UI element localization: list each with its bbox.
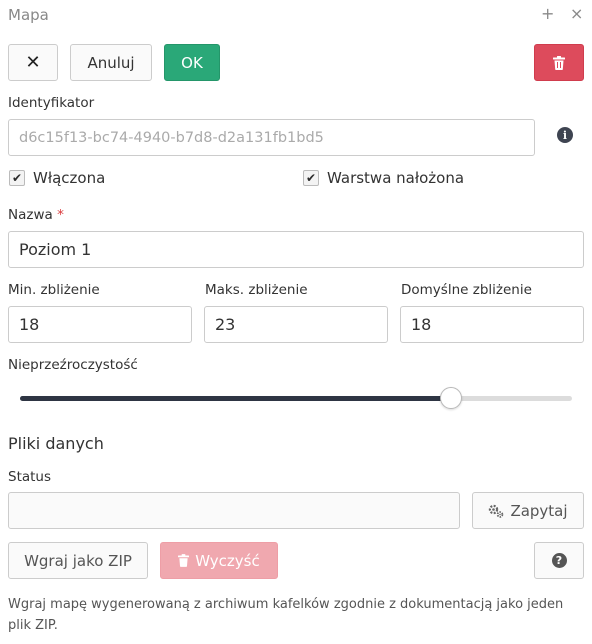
ok-button-label: OK: [181, 53, 203, 72]
help-text: Wgraj mapę wygenerowaną z archiwum kafel…: [8, 597, 564, 633]
name-label: Nazwa *: [8, 207, 64, 223]
check-icon: ✔: [305, 171, 317, 185]
dialog-title: Mapa: [8, 6, 49, 24]
trash-icon: [553, 55, 565, 70]
trash-icon: [178, 554, 190, 567]
min-zoom-input[interactable]: 18: [8, 306, 192, 343]
status-label: Status: [8, 469, 52, 485]
close-window-button[interactable]: ×: [570, 4, 583, 24]
cancel-button-label: Anuluj: [87, 53, 135, 72]
upload-zip-button[interactable]: Wgraj jako ZIP: [8, 542, 148, 579]
identifier-value: d6c15f13-bc74-4940-b7d8-d2a131fb1bd5: [19, 129, 324, 146]
opacity-slider-handle[interactable]: [439, 387, 462, 409]
close-icon: ✕: [25, 52, 41, 73]
check-icon: ✔: [11, 171, 23, 185]
max-zoom-label: Maks. zbliżenie: [205, 282, 308, 298]
default-zoom-label: Domyślne zbliżenie: [401, 282, 532, 298]
max-zoom-value: 23: [215, 315, 236, 334]
help-button[interactable]: ?: [534, 542, 584, 579]
ok-button[interactable]: OK: [164, 44, 220, 81]
min-zoom-label: Min. zbliżenie: [8, 282, 100, 298]
min-zoom-value: 18: [19, 315, 40, 334]
max-zoom-input[interactable]: 23: [204, 306, 388, 343]
info-icon[interactable]: i: [557, 127, 573, 143]
name-label-text: Nazwa: [8, 207, 53, 223]
opacity-slider-fill: [20, 396, 451, 401]
maximize-button[interactable]: +: [541, 4, 554, 24]
status-field[interactable]: [8, 492, 460, 529]
identifier-label: Identyfikator: [8, 95, 95, 111]
close-button[interactable]: ✕: [8, 44, 58, 81]
overlay-checkbox[interactable]: ✔: [303, 170, 319, 186]
enabled-checkbox[interactable]: ✔: [9, 170, 25, 186]
default-zoom-input[interactable]: 18: [400, 306, 584, 343]
upload-zip-label: Wgraj jako ZIP: [24, 551, 132, 570]
identifier-field[interactable]: d6c15f13-bc74-4940-b7d8-d2a131fb1bd5: [8, 119, 535, 156]
delete-button[interactable]: [534, 44, 584, 81]
clear-button-label: Wyczyść: [195, 551, 260, 570]
gears-icon: [488, 504, 504, 518]
name-input[interactable]: Poziom 1: [8, 231, 584, 268]
name-input-value: Poziom 1: [19, 240, 92, 259]
overlay-label: Warstwa nałożona: [327, 169, 465, 187]
opacity-label: Nieprzeźroczystość: [8, 357, 138, 373]
default-zoom-value: 18: [411, 315, 432, 334]
required-mark: *: [57, 207, 64, 223]
clear-button[interactable]: Wyczyść: [160, 542, 278, 579]
data-files-title: Pliki danych: [8, 434, 104, 453]
question-icon: ?: [551, 553, 567, 568]
query-button-label: Zapytaj: [510, 501, 568, 520]
enabled-label: Włączona: [33, 169, 106, 187]
query-button[interactable]: Zapytaj: [472, 492, 584, 529]
cancel-button[interactable]: Anuluj: [70, 44, 152, 81]
